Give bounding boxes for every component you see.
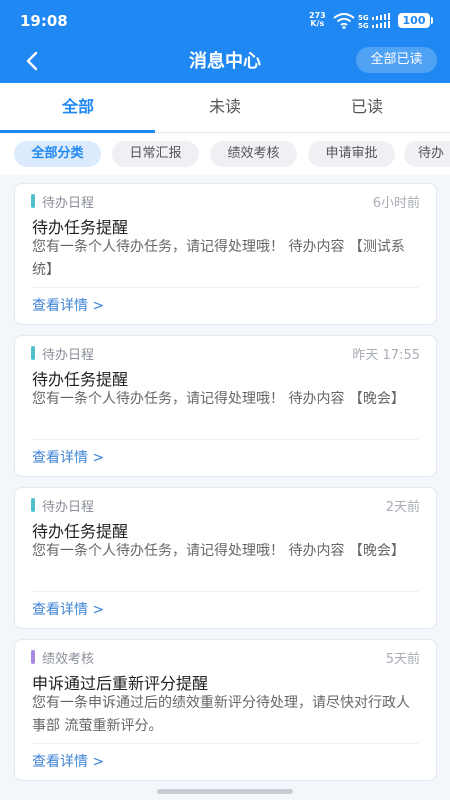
tab-unread[interactable]: 未读 bbox=[150, 83, 300, 133]
message-card[interactable]: 绩效考核 5天前 申诉通过后重新评分提醒 您有一条申诉通过后的绩效重新评分待处理… bbox=[14, 639, 437, 781]
home-indicator[interactable] bbox=[157, 789, 293, 794]
message-body: 您有一条申诉通过后的绩效重新评分待处理，请尽快对行政人事部 流萤重新评分。 bbox=[32, 695, 410, 734]
divider bbox=[32, 743, 419, 744]
network-speed-unit: K/s bbox=[310, 19, 325, 28]
status-bar: 19:08 273 K/s 5G 5G 100 bbox=[0, 0, 450, 40]
message-time: 6小时前 bbox=[372, 196, 420, 211]
message-time: 2天前 bbox=[385, 500, 420, 515]
network-speed: 273 K/s bbox=[309, 12, 326, 28]
message-body: 您有一条个人待办任务，请记得处理哦！ 待办内容 【晚会】 bbox=[32, 391, 405, 407]
svg-text:5G: 5G bbox=[358, 22, 369, 29]
tab-bar: 全部 未读 已读 bbox=[0, 83, 450, 133]
message-category: 待办日程 bbox=[31, 192, 94, 211]
message-category: 绩效考核 bbox=[31, 648, 94, 667]
message-category: 待办日程 bbox=[31, 496, 94, 515]
wifi-icon bbox=[333, 13, 355, 29]
filter-daily-report[interactable]: 日常汇报 bbox=[112, 141, 199, 167]
mark-all-read-button[interactable]: 全部已读 bbox=[356, 47, 437, 73]
svg-text:5G: 5G bbox=[358, 14, 369, 22]
filter-performance[interactable]: 绩效考核 bbox=[210, 141, 297, 167]
message-body: 您有一条个人待办任务，请记得处理哦！ 待办内容 【测试系统】 bbox=[32, 239, 405, 278]
category-filter-bar: 全部分类 日常汇报 绩效考核 申请审批 待办 bbox=[0, 133, 450, 175]
status-time: 19:08 bbox=[20, 12, 68, 30]
message-title: 待办任务提醒 bbox=[32, 370, 129, 389]
divider bbox=[32, 439, 419, 440]
message-body: 您有一条个人待办任务，请记得处理哦！ 待办内容 【晚会】 bbox=[32, 543, 405, 559]
filter-all-categories[interactable]: 全部分类 bbox=[14, 141, 101, 167]
message-time: 5天前 bbox=[385, 652, 420, 667]
top-app-bar: 19:08 273 K/s 5G 5G 100 消息中心 全部已读 bbox=[0, 0, 450, 83]
divider bbox=[32, 591, 419, 592]
divider bbox=[32, 287, 419, 288]
view-details-link[interactable]: 查看详情 > bbox=[32, 295, 104, 315]
message-card[interactable]: 待办日程 2天前 待办任务提醒 您有一条个人待办任务，请记得处理哦！ 待办内容 … bbox=[14, 487, 437, 629]
message-title: 待办任务提醒 bbox=[32, 522, 129, 541]
tab-all[interactable]: 全部 bbox=[3, 83, 153, 133]
cellular-signal-icon: 5G 5G bbox=[358, 13, 390, 29]
message-card[interactable]: 待办日程 昨天 17:55 待办任务提醒 您有一条个人待办任务，请记得处理哦！ … bbox=[14, 335, 437, 477]
filter-approval[interactable]: 申请审批 bbox=[308, 141, 395, 167]
message-category: 待办日程 bbox=[31, 344, 94, 363]
tab-read[interactable]: 已读 bbox=[292, 83, 442, 133]
battery-indicator: 100 bbox=[398, 13, 433, 28]
view-details-link[interactable]: 查看详情 > bbox=[32, 751, 104, 771]
message-card[interactable]: 待办日程 6小时前 待办任务提醒 您有一条个人待办任务，请记得处理哦！ 待办内容… bbox=[14, 183, 437, 325]
view-details-link[interactable]: 查看详情 > bbox=[32, 599, 104, 619]
view-details-link[interactable]: 查看详情 > bbox=[32, 447, 104, 467]
message-title: 待办任务提醒 bbox=[32, 218, 129, 237]
message-time: 昨天 17:55 bbox=[352, 348, 420, 363]
filter-todo[interactable]: 待办 bbox=[404, 141, 450, 167]
message-title: 申诉通过后重新评分提醒 bbox=[32, 674, 209, 693]
